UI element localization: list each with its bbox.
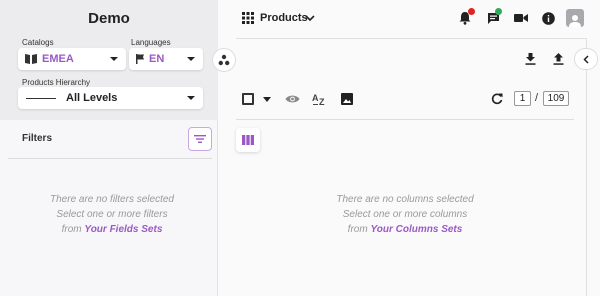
catalogs-value: EMEA: [42, 53, 74, 65]
catalogs-select[interactable]: EMEA: [18, 48, 126, 70]
columns-sets-link[interactable]: Your Columns Sets: [370, 224, 462, 235]
image-icon[interactable]: [340, 92, 353, 105]
languages-value: EN: [149, 53, 165, 65]
caret-down-icon: [187, 96, 195, 100]
select-all-checkbox[interactable]: [242, 93, 254, 105]
top-bar-divider: [236, 38, 586, 39]
filters-empty-line3: from Your Fields Sets: [0, 222, 224, 237]
sort-az-icon[interactable]: AZ: [311, 91, 327, 106]
columns-button[interactable]: [236, 128, 260, 152]
columns-empty-line2: Select one or more columns: [342, 209, 468, 220]
columns-empty-line3: from Your Columns Sets: [290, 222, 520, 237]
app-title: Demo: [88, 10, 130, 27]
user-avatar[interactable]: [566, 9, 584, 27]
columns-empty-state: There are no columns selected Select one…: [290, 192, 520, 237]
columns-empty-line1: There are no columns selected: [336, 194, 474, 205]
languages-label: Languages: [131, 38, 171, 47]
columns-icon: [242, 135, 254, 145]
filter-icon: [194, 134, 206, 144]
hierarchy-value: All Levels: [66, 92, 118, 104]
notification-badge: [468, 8, 475, 15]
svg-text:Z: Z: [319, 97, 325, 106]
hierarchy-label: Products Hierarchy: [22, 78, 91, 87]
caret-down-icon: [110, 57, 118, 61]
hierarchy-select[interactable]: All Levels: [18, 87, 203, 109]
filters-heading: Filters: [22, 133, 53, 144]
refresh-icon[interactable]: [490, 92, 503, 105]
caret-down-icon: [187, 57, 195, 61]
chevron-left-icon: [583, 54, 589, 64]
catalogs-label: Catalogs: [22, 38, 54, 47]
eye-icon[interactable]: [284, 93, 300, 105]
caret-down-icon[interactable]: [262, 95, 272, 103]
toolbar-divider: [236, 119, 574, 120]
apps-grid-icon[interactable]: [241, 11, 254, 24]
filters-empty-line2: Select one or more filters: [56, 209, 168, 220]
upload-icon[interactable]: [552, 52, 565, 65]
hierarchy-icon: [218, 54, 230, 66]
page-total: 109: [543, 91, 569, 106]
collapse-panel-button[interactable]: [574, 48, 598, 70]
chat-badge: [495, 8, 502, 15]
book-icon: [24, 53, 38, 65]
page-number-input[interactable]: 1: [514, 91, 531, 106]
page-separator: /: [535, 92, 539, 104]
right-panel-border: [586, 38, 587, 296]
products-menu-label[interactable]: Products: [260, 12, 308, 24]
flag-icon: [135, 53, 145, 65]
info-icon[interactable]: [541, 11, 555, 25]
filters-empty-prefix: from: [61, 224, 82, 235]
filters-divider: [8, 158, 212, 159]
filter-button[interactable]: [188, 127, 212, 151]
filters-empty-line1: There are no filters selected: [50, 194, 174, 205]
hierarchy-line: [26, 97, 56, 99]
svg-text:A: A: [312, 93, 319, 103]
languages-select[interactable]: EN: [129, 48, 203, 70]
video-icon[interactable]: [513, 12, 528, 24]
filters-empty-state: There are no filters selected Select one…: [0, 192, 224, 237]
chevron-down-icon[interactable]: [305, 13, 315, 23]
fields-sets-link[interactable]: Your Fields Sets: [84, 224, 162, 235]
download-icon[interactable]: [524, 52, 537, 65]
columns-empty-prefix: from: [347, 224, 368, 235]
user-icon: [568, 13, 582, 27]
hierarchy-toggle-button[interactable]: [212, 48, 236, 72]
